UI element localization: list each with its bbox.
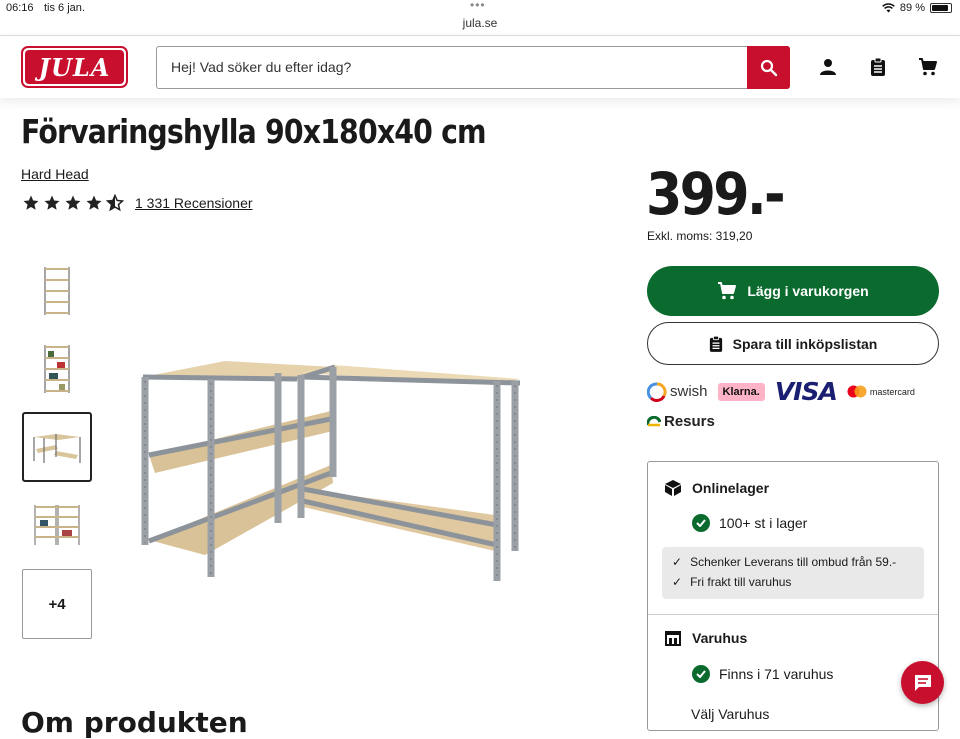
account-button[interactable]: [817, 56, 839, 78]
browser-dots[interactable]: •••: [470, 0, 486, 12]
about-product-heading: Om produkten: [21, 706, 248, 739]
store-icon: [665, 631, 681, 646]
save-to-list-label: Spara till inköpslistan: [732, 335, 878, 352]
wifi-icon: [882, 3, 895, 13]
mastercard-text: mastercard: [869, 386, 915, 397]
chat-icon: [914, 674, 931, 691]
delivery-option-1: Schenker Leverans till ombud från 59.-: [690, 555, 897, 569]
visa-logo: VISA: [774, 377, 838, 406]
product-main-image[interactable]: [135, 355, 525, 590]
check-icon: [692, 514, 710, 532]
address-bar-url[interactable]: jula.se: [0, 16, 960, 30]
online-stock-text: 100+ st i lager: [719, 515, 808, 531]
thumbnail-2[interactable]: [22, 334, 92, 404]
store-stock-status: Finns i 71 varuhus: [692, 665, 833, 683]
add-to-cart-label: Lägg i varukorgen: [747, 283, 869, 299]
price: 399.-: [646, 160, 786, 228]
shelf-with-items-image: [44, 345, 70, 393]
swish-icon: [647, 381, 667, 402]
brand-link[interactable]: Hard Head: [21, 166, 89, 182]
clipboard-icon: [871, 57, 885, 76]
thumbnail-4[interactable]: [22, 490, 92, 560]
reviews-link[interactable]: 1 331 Recensioner: [135, 195, 253, 211]
jula-logo[interactable]: JULA: [21, 46, 128, 88]
online-stock-heading: Onlinelager: [664, 479, 769, 497]
check-small-icon: ✓: [672, 575, 683, 589]
check-small-icon: ✓: [672, 555, 683, 569]
cart-icon: [919, 58, 937, 76]
battery-percent: 89 %: [899, 2, 925, 14]
resurs-text: Resurs: [664, 413, 715, 430]
search-bar: [156, 46, 790, 89]
payment-methods: swish Klarna. VISA mastercard: [647, 377, 915, 406]
resurs-logo: Resurs: [647, 413, 715, 430]
status-bar: 06:16 tis 6 jan. ••• jula.se 89 %: [0, 0, 960, 36]
double-shelf-image: [34, 505, 80, 545]
mastercard-logo: mastercard: [847, 385, 915, 398]
store-stock-heading: Varuhus: [664, 630, 747, 646]
logo-text: JULA: [25, 50, 124, 84]
store-stock-title: Varuhus: [692, 630, 748, 646]
stock-panel: Onlinelager 100+ st i lager ✓ Schenker Le…: [647, 461, 939, 731]
status-time: 06:16: [6, 2, 34, 14]
swish-text: swish: [670, 383, 708, 400]
resurs-icon: [647, 415, 661, 426]
cart-button[interactable]: [917, 56, 939, 78]
swish-logo: swish: [647, 381, 708, 402]
online-stock-status: 100+ st i lager: [692, 514, 807, 532]
check-icon: [692, 665, 710, 683]
status-date: tis 6 jan.: [44, 2, 85, 14]
status-right: 89 %: [882, 2, 952, 14]
star-icon: [86, 195, 102, 210]
star-icon: [23, 195, 39, 210]
klarna-logo: Klarna.: [717, 382, 765, 401]
product-title: Förvaringshylla 90x180x40 cm: [21, 112, 487, 151]
shopping-list-button[interactable]: [867, 56, 889, 78]
search-icon: [760, 59, 777, 76]
delivery-option-2: Fri frakt till varuhus: [690, 575, 792, 589]
cart-icon: [718, 282, 737, 300]
thumbnail-1[interactable]: [22, 256, 92, 326]
chat-button[interactable]: [901, 661, 944, 704]
delivery-info: ✓ Schenker Leverans till ombud från 59.- …: [662, 547, 924, 599]
save-to-list-button[interactable]: Spara till inköpslistan: [647, 322, 939, 365]
rating-stars[interactable]: [22, 194, 124, 212]
add-to-cart-button[interactable]: Lägg i varukorgen: [647, 266, 939, 316]
clipboard-icon: [709, 335, 722, 352]
price-excl-vat: Exkl. moms: 319,20: [647, 229, 753, 243]
corner-shelf-thumb-image: [33, 434, 81, 463]
thumbnail-3-selected[interactable]: [22, 412, 92, 482]
online-stock-title: Onlinelager: [692, 480, 770, 496]
shelf-upright-image: [44, 267, 70, 315]
divider: [648, 614, 938, 615]
battery-icon: [930, 3, 952, 13]
star-icon: [65, 195, 81, 210]
star-icon: [44, 195, 60, 210]
half-star-icon: [106, 194, 124, 212]
search-input[interactable]: [171, 59, 731, 75]
more-images-button[interactable]: +4: [22, 569, 92, 639]
package-icon: [665, 480, 681, 496]
user-icon: [820, 59, 836, 75]
search-button[interactable]: [747, 46, 790, 89]
site-header: JULA: [0, 36, 960, 98]
store-stock-text: Finns i 71 varuhus: [719, 666, 834, 682]
mastercard-icon: [847, 385, 867, 398]
